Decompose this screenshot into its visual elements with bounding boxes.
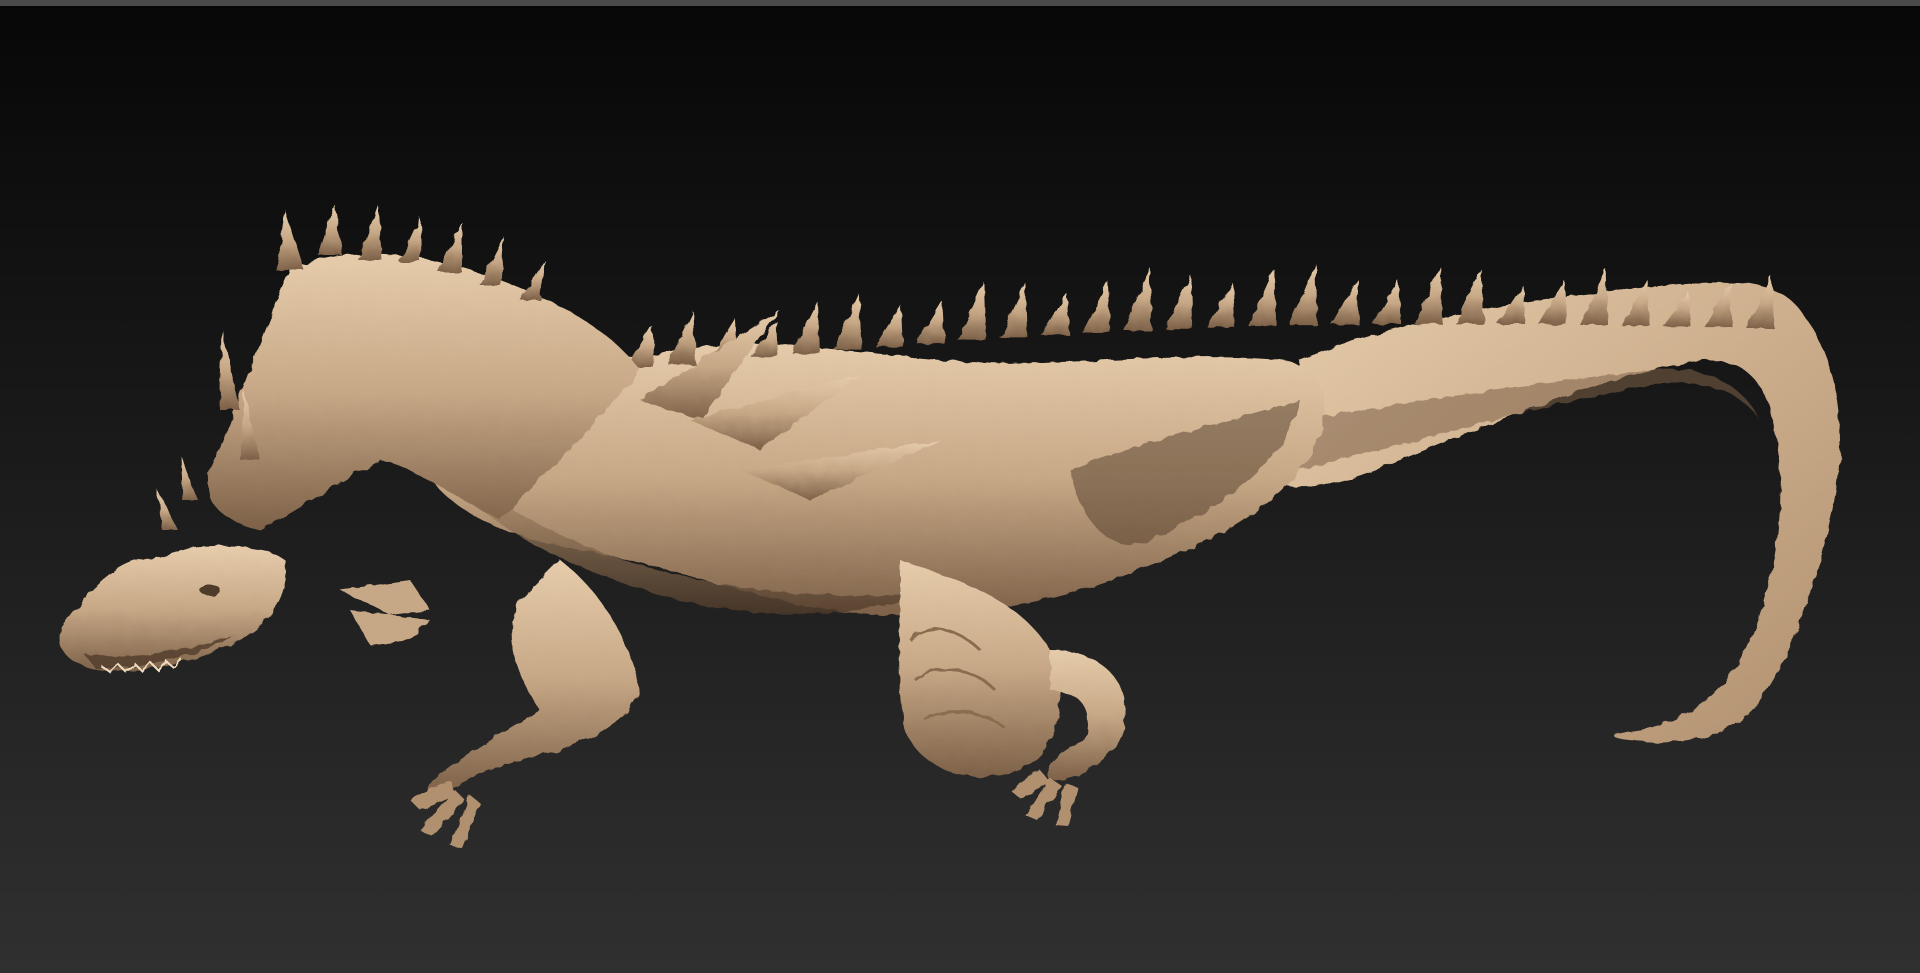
spike bbox=[1414, 266, 1443, 324]
spike bbox=[1123, 266, 1152, 331]
spike bbox=[957, 281, 986, 341]
spike bbox=[1165, 275, 1194, 329]
spike bbox=[1331, 278, 1360, 325]
spike bbox=[999, 282, 1028, 338]
spike bbox=[667, 310, 696, 365]
spike bbox=[1206, 282, 1235, 328]
dragon-eye bbox=[200, 584, 220, 596]
spike bbox=[874, 305, 903, 347]
spike bbox=[520, 260, 545, 300]
spike bbox=[158, 490, 178, 530]
spike bbox=[1455, 269, 1484, 324]
spike bbox=[1082, 281, 1111, 333]
spike bbox=[833, 294, 862, 350]
spike bbox=[1497, 285, 1526, 325]
dragon-tail bbox=[1260, 281, 1840, 743]
sculpt-viewport[interactable] bbox=[0, 0, 1920, 973]
spike bbox=[916, 300, 945, 344]
spike bbox=[1289, 263, 1318, 326]
spike bbox=[1040, 292, 1069, 335]
spike bbox=[1372, 280, 1401, 325]
spike bbox=[220, 330, 240, 410]
spike bbox=[276, 210, 304, 270]
spike bbox=[318, 205, 342, 255]
spike bbox=[791, 301, 820, 354]
spike bbox=[358, 205, 382, 260]
spike bbox=[1248, 268, 1277, 327]
spike bbox=[180, 455, 198, 500]
spike bbox=[438, 222, 462, 272]
spike bbox=[399, 217, 421, 262]
dragon-sculpt-model[interactable] bbox=[0, 0, 1920, 973]
